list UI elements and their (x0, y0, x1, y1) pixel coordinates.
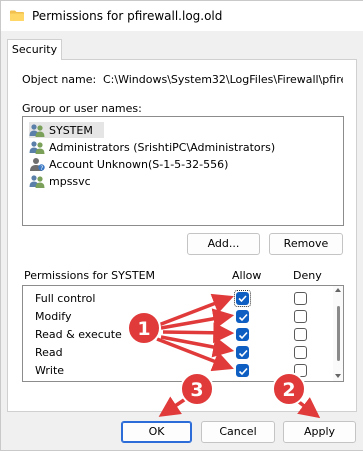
allow-checkbox-read[interactable] (236, 346, 249, 359)
list-item-system[interactable]: SYSTEM (29, 122, 104, 138)
permissions-list: Full control Modify Read & execute Read (22, 285, 344, 382)
perm-name: Modify (35, 310, 72, 323)
deny-checkbox-full-control[interactable] (294, 292, 307, 305)
folder-icon (10, 10, 24, 21)
list-item-mpssvc[interactable]: mpssvc (29, 173, 91, 189)
scroll-down-icon[interactable] (335, 374, 341, 378)
allow-checkbox-modify[interactable] (236, 310, 249, 323)
object-path: C:\Windows\System32\LogFiles\Firewall\pf… (103, 73, 343, 86)
allow-checkbox-full-control[interactable] (234, 290, 251, 307)
deny-checkbox-modify[interactable] (294, 310, 307, 323)
scroll-up-icon[interactable] (335, 288, 341, 292)
perm-name: Read & execute (35, 328, 122, 341)
check-icon (238, 349, 248, 358)
deny-column-header: Deny (293, 269, 322, 282)
tab-security[interactable]: Security (7, 39, 62, 60)
window-title: Permissions for pfirewall.log.old (32, 9, 223, 23)
cancel-button[interactable]: Cancel (201, 421, 275, 443)
add-button[interactable]: Add... (187, 233, 260, 255)
perm-row-write: Write (23, 362, 333, 380)
apply-button[interactable]: Apply (283, 421, 356, 443)
perm-name: Full control (35, 292, 96, 305)
perm-row-read-execute: Read & execute (23, 326, 333, 344)
allow-column-header: Allow (232, 269, 262, 282)
object-name-label: Object name: (22, 73, 97, 86)
ok-button[interactable]: OK (121, 421, 192, 443)
user-name: mpssvc (49, 174, 91, 188)
user-name: Administrators (SrishtiPC\Administrators… (49, 140, 276, 154)
user-group-icon (29, 175, 45, 188)
check-icon (238, 331, 248, 340)
permissions-header: Permissions for SYSTEM (24, 269, 156, 282)
allow-checkbox-write[interactable] (236, 364, 249, 377)
check-icon (238, 295, 247, 303)
remove-button[interactable]: Remove (269, 233, 343, 255)
user-group-icon (29, 124, 45, 137)
perm-row-read: Read (23, 344, 333, 362)
user-name: SYSTEM (49, 123, 93, 137)
perm-name: Write (35, 364, 65, 377)
perm-row-modify: Modify (23, 308, 333, 326)
check-icon (238, 367, 248, 376)
user-name: Account Unknown(S-1-5-32-556) (49, 157, 229, 171)
deny-checkbox-read-execute[interactable] (294, 328, 307, 341)
user-list[interactable]: SYSTEM Administrators (SrishtiPC\Adminis… (22, 116, 344, 226)
perm-row-full-control: Full control (23, 290, 333, 308)
permissions-scrollbar[interactable] (333, 286, 343, 381)
deny-checkbox-write[interactable] (294, 364, 307, 377)
perm-name: Read (35, 346, 63, 359)
permissions-dialog: Permissions for pfirewall.log.old Securi… (0, 0, 363, 451)
check-icon (238, 313, 248, 322)
unknown-user-icon: ? (30, 158, 45, 171)
user-group-icon (29, 141, 45, 154)
title-bar[interactable]: Permissions for pfirewall.log.old (1, 1, 363, 31)
group-names-label: Group or user names: (22, 102, 142, 115)
scroll-thumb[interactable] (337, 306, 340, 361)
allow-checkbox-read-execute[interactable] (236, 328, 249, 341)
list-item-account-unknown[interactable]: ? Account Unknown(S-1-5-32-556) (29, 156, 228, 172)
deny-checkbox-read[interactable] (294, 346, 307, 359)
list-item-administrators[interactable]: Administrators (SrishtiPC\Administrators… (29, 139, 275, 155)
svg-text:?: ? (40, 165, 43, 171)
